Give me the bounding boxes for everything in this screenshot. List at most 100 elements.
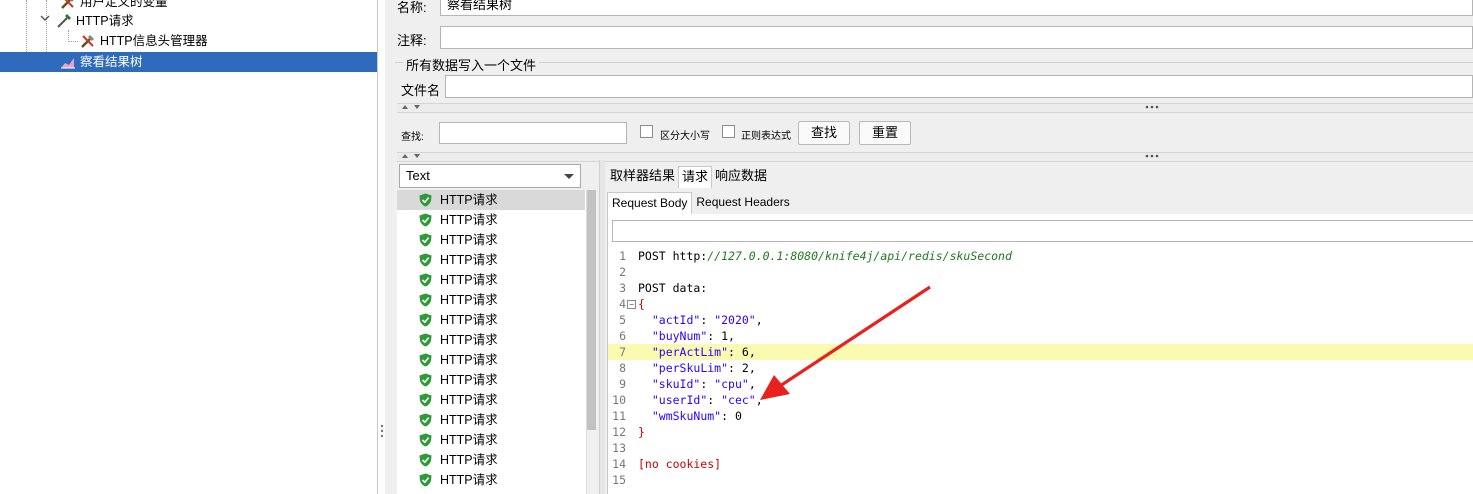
result-item-label: HTTP请求 [440,353,498,367]
result-item[interactable]: HTTP请求 [397,270,585,290]
result-item[interactable]: HTTP请求 [397,430,585,450]
chart-icon [60,54,76,70]
result-item[interactable]: HTTP请求 [397,310,585,330]
view-results-tree-panel: 名称: 察看结果树 注释: 所有数据写入一个文件 文件名 查找: 区分大小写 正… [385,0,1473,494]
line-number: 4 [619,297,626,311]
code-line: 9 "skuId": "cpu", [608,376,1473,392]
json-comma: , [728,329,735,343]
write-all-label: 所有数据写入一个文件 [403,55,540,74]
json-value: 6 [741,345,749,359]
result-item[interactable]: HTTP请求 [397,250,585,270]
pipette-icon [56,13,72,29]
line-number: 14 [612,457,626,471]
result-item[interactable]: HTTP请求 [397,210,585,230]
result-item[interactable]: HTTP请求 [397,230,585,250]
splitter-handle[interactable] [380,424,384,438]
fold-toggle-icon[interactable]: − [627,300,636,309]
result-item[interactable]: HTTP请求 [397,330,585,350]
success-shield-icon [419,373,432,387]
tab-request-body[interactable]: Request Body [607,192,693,214]
result-item-label: HTTP请求 [440,253,498,267]
line-number: 12 [612,425,626,439]
json-separator: : [728,345,742,359]
success-shield-icon [419,473,432,487]
code-line: 15 [608,472,1473,488]
code-text: POST data: [638,281,708,295]
filename-field[interactable] [445,75,1473,98]
comment-label: 注释: [397,33,427,48]
success-shield-icon [419,233,432,247]
tab-response-data[interactable]: 响应数据 [712,166,770,188]
tab-sampler-result[interactable]: 取样器结果 [607,166,678,188]
tree-item-view-results-tree[interactable]: 察看结果树 [0,52,377,72]
request-subtabs: Request Body Request Headers [607,192,794,214]
code-line: 13 [608,440,1473,456]
tab-label: Request Headers [696,195,790,209]
json-value: "cpu" [714,377,749,391]
reset-button[interactable]: 重置 [859,121,911,145]
json-separator: : [728,361,742,375]
json-comma: , [748,377,756,391]
success-shield-icon [419,193,432,207]
search-input[interactable] [439,122,627,144]
result-item[interactable]: HTTP请求 [397,450,585,470]
request-url: //127.0.0.1:8080/knife4j/api/redis/skuSe… [707,249,1012,263]
code-line: 6 "buyNum": 1, [608,328,1473,344]
scrollbar-thumb[interactable] [587,190,596,430]
result-item[interactable]: HTTP请求 [397,290,585,310]
name-label: 名称: [397,0,427,15]
result-item[interactable]: HTTP请求 [397,190,585,210]
collapse-divider[interactable] [397,152,1473,162]
tab-request-headers[interactable]: Request Headers [692,192,793,214]
collapse-arrows-icon[interactable] [401,152,423,162]
tab-label: 请求 [682,169,709,184]
renderer-select-value: Text [406,168,430,183]
dropdown-caret-icon [564,174,574,179]
comment-field[interactable] [440,26,1473,49]
result-item[interactable]: HTTP请求 [397,410,585,430]
tree-item-header-manager[interactable]: HTTP信息头管理器 [80,31,208,51]
result-item[interactable]: HTTP请求 [397,370,585,390]
result-item-label: HTTP请求 [440,393,498,407]
json-key: "buyNum" [651,329,708,343]
result-item-label: HTTP请求 [440,233,498,247]
collapse-divider[interactable] [397,103,1473,113]
name-field[interactable]: 察看结果树 [440,0,1473,16]
success-shield-icon [419,313,432,327]
code-search-input[interactable] [612,220,1473,242]
result-item[interactable]: HTTP请求 [397,470,585,490]
find-button[interactable]: 查找 [798,121,850,145]
line-number: 3 [619,281,626,295]
regex-checkbox[interactable] [722,125,735,138]
request-body-editor[interactable]: 1 POST http://127.0.0.1:8080/knife4j/api/… [608,248,1473,494]
drag-dots-icon[interactable] [1145,100,1159,112]
result-item-label: HTTP请求 [440,373,498,387]
results-scrollbar[interactable] [586,190,597,494]
tree-item-http-request[interactable]: HTTP请求 [40,11,134,31]
tab-label: 取样器结果 [610,168,676,183]
success-shield-icon [419,413,432,427]
tab-request[interactable]: 请求 [678,166,713,188]
case-sensitive-checkbox[interactable] [640,125,653,138]
result-item-label: HTTP请求 [440,213,498,227]
result-item[interactable]: HTTP请求 [397,350,585,370]
success-shield-icon [419,293,432,307]
request-method: POST http: [638,249,708,263]
result-item-label: HTTP请求 [440,313,498,327]
code-line: 1 POST http://127.0.0.1:8080/knife4j/api/… [608,248,1473,264]
json-key: "actId" [651,313,701,327]
test-plan-tree: 用户定义的变量 HTTP请求 HTTP信息头管理器 察看结果树 [0,0,378,494]
line-number: 1 [619,249,626,263]
result-item-label: HTTP请求 [440,193,498,207]
result-item[interactable]: HTTP请求 [397,390,585,410]
json-comma: , [748,345,756,359]
tree-item-label: HTTP请求 [76,14,134,28]
json-comma: , [755,313,763,327]
result-tabs: 取样器结果 请求 响应数据 [607,166,770,188]
find-button-label: 查找 [810,125,837,140]
chevron-down-icon[interactable] [40,11,52,31]
collapse-arrows-icon[interactable] [401,103,423,113]
renderer-select[interactable]: Text [399,164,581,188]
drag-dots-icon[interactable] [1145,149,1159,161]
json-separator: : [707,393,722,407]
